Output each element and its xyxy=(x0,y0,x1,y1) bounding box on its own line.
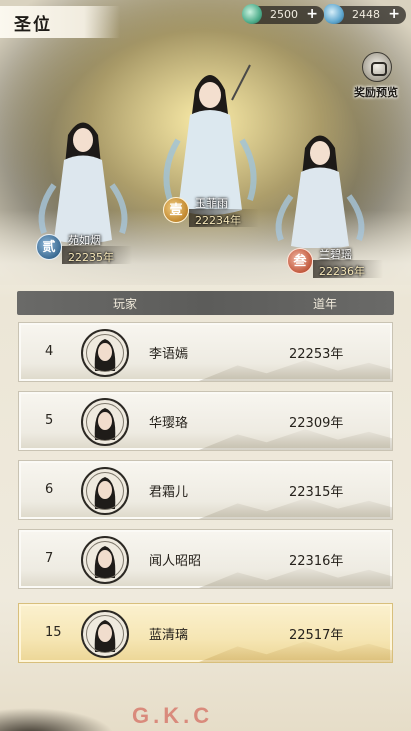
row-player-name: 华璎珞 xyxy=(149,416,189,431)
rank3-nameplate: 叁 兰碧瑶 22236年 xyxy=(287,246,397,286)
ink-decoration xyxy=(0,676,130,731)
avatar[interactable] xyxy=(81,329,129,377)
rank2-badge: 贰 xyxy=(36,234,62,260)
row-years: 22253年 xyxy=(289,347,344,362)
table-row[interactable]: 4 李语嫣 22253年 xyxy=(18,322,393,382)
rank3-character[interactable] xyxy=(265,128,375,248)
rank3-years: 22236年 xyxy=(319,265,365,278)
avatar[interactable] xyxy=(81,536,129,584)
rank3-badge: 叁 xyxy=(287,248,313,274)
row-rank: 6 xyxy=(45,482,54,497)
header-years: 道年 xyxy=(313,297,338,311)
self-player-name: 蓝清璃 xyxy=(149,628,189,643)
rank1-name: 玉菲雨 xyxy=(195,197,228,210)
rank1-nameplate: 壹 玉菲雨 22234年 xyxy=(163,195,273,235)
resource-jade[interactable]: 2500 + xyxy=(242,4,324,24)
avatar[interactable] xyxy=(81,610,129,658)
self-rank: 15 xyxy=(45,625,62,640)
portrait-icon xyxy=(94,477,116,509)
self-row[interactable]: 15 蓝清璃 22517年 xyxy=(18,603,393,663)
portrait-icon xyxy=(94,339,116,371)
row-rank: 4 xyxy=(45,344,54,359)
row-years: 22309年 xyxy=(289,416,344,431)
table-row[interactable]: 5 华璎珞 22309年 xyxy=(18,391,393,451)
jade-gem-icon xyxy=(242,4,262,24)
avatar[interactable] xyxy=(81,398,129,446)
avatar[interactable] xyxy=(81,467,129,515)
rank2-character[interactable] xyxy=(28,115,138,245)
portrait-icon xyxy=(94,408,116,440)
row-rank: 5 xyxy=(45,413,54,428)
reward-preview-label: 奖励预览 xyxy=(354,86,398,99)
portrait-icon xyxy=(94,546,116,578)
table-row[interactable]: 6 君霜儿 22315年 xyxy=(18,460,393,520)
header-player: 玩家 xyxy=(113,297,138,311)
rank3-name: 兰碧瑶 xyxy=(319,248,352,261)
resource-jade-value: 2500 xyxy=(270,8,298,21)
row-player-name: 闻人昭昭 xyxy=(149,554,202,569)
rank2-nameplate: 贰 苑如烟 22235年 xyxy=(36,232,146,272)
resource-crystal-value: 2448 xyxy=(352,8,380,21)
table-row[interactable]: 7 闻人昭昭 22316年 xyxy=(18,529,393,589)
row-years: 22315年 xyxy=(289,485,344,500)
table-header: 玩家 道年 xyxy=(17,291,394,315)
reward-preview-button[interactable]: 奖励预览 xyxy=(352,52,408,102)
portrait-icon xyxy=(94,620,116,652)
row-years: 22316年 xyxy=(289,554,344,569)
add-jade-button[interactable]: + xyxy=(306,6,318,22)
rank1-years: 22234年 xyxy=(195,214,241,227)
leaderboard-screen: 圣位 2500 + 2448 + 奖励预览 壹 玉菲雨 22234年 贰 苑如烟… xyxy=(0,0,411,731)
row-player-name: 君霜儿 xyxy=(149,485,189,500)
rank2-name: 苑如烟 xyxy=(68,234,101,247)
row-player-name: 李语嫣 xyxy=(149,347,189,362)
rank1-badge: 壹 xyxy=(163,197,189,223)
page-title: 圣位 xyxy=(14,15,52,35)
row-rank: 7 xyxy=(45,551,54,566)
self-years: 22517年 xyxy=(289,628,344,643)
watermark: G.K.C xyxy=(132,703,214,728)
rank2-years: 22235年 xyxy=(68,251,114,264)
add-crystal-button[interactable]: + xyxy=(388,6,400,22)
treasure-bag-icon xyxy=(362,52,392,82)
resource-crystal[interactable]: 2448 + xyxy=(324,4,406,24)
blue-crystal-icon xyxy=(324,4,344,24)
